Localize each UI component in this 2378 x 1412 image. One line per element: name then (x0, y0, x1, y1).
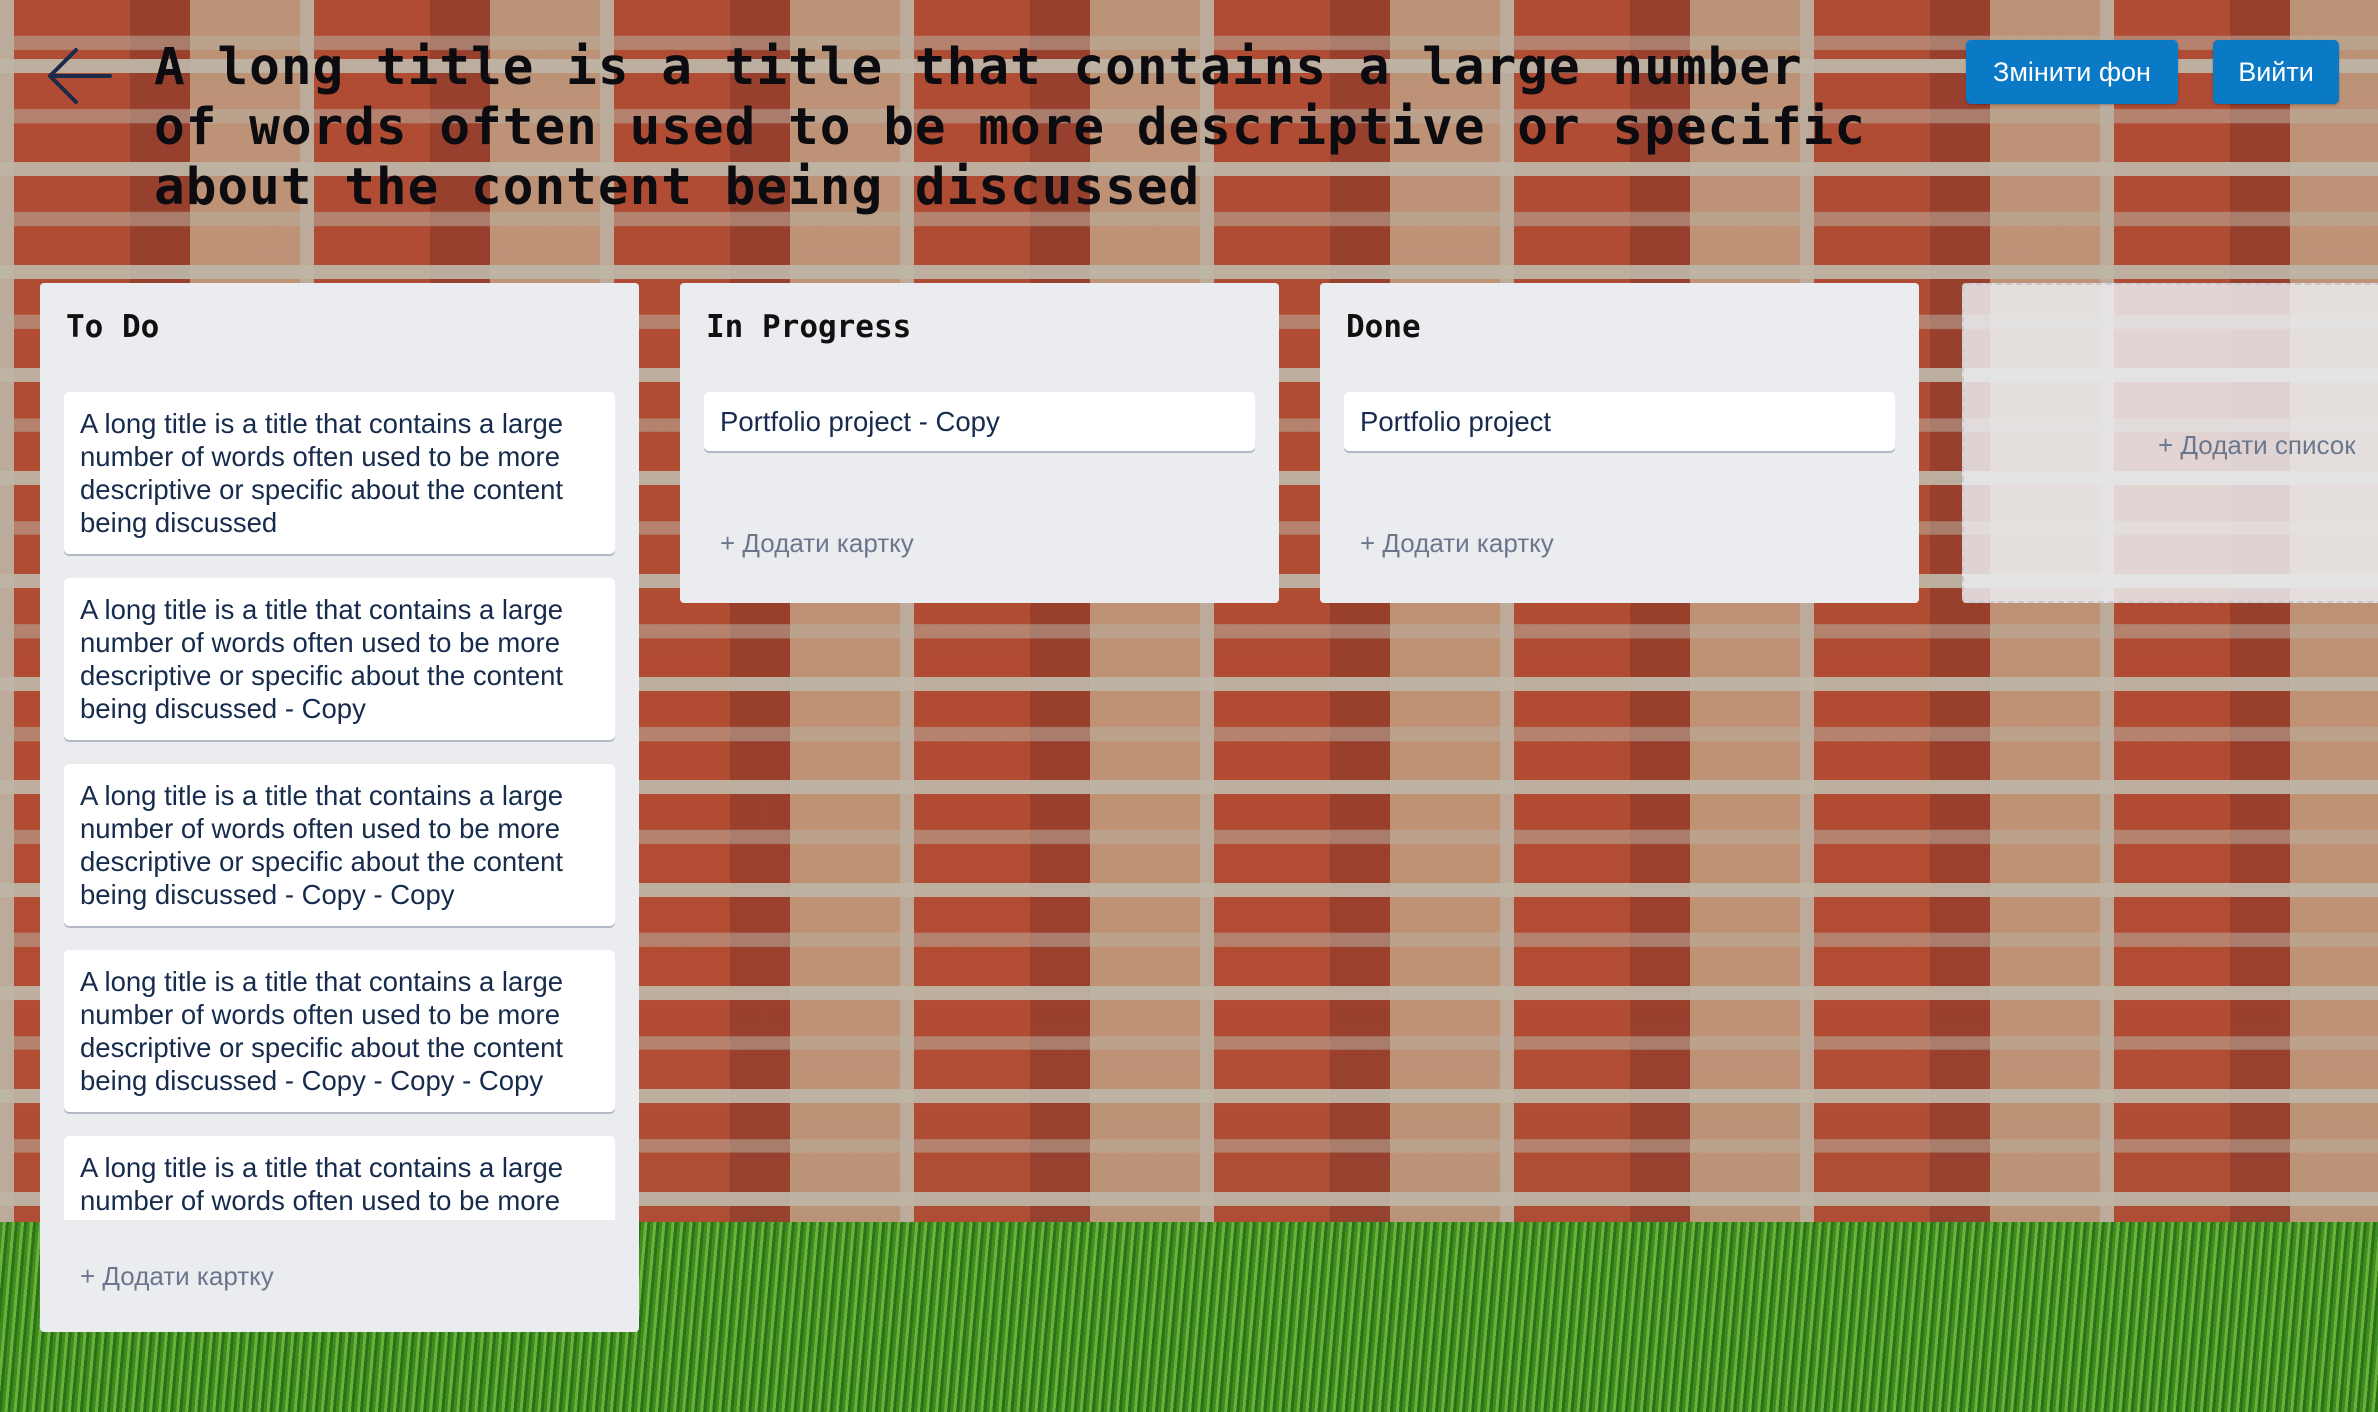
card[interactable]: Portfolio project (1344, 392, 1895, 451)
add-card-button[interactable]: + Додати картку (1360, 528, 1554, 559)
change-background-button[interactable]: Змінити фон (1966, 40, 2178, 104)
page-title: A long title is a title that contains a … (154, 38, 1867, 217)
list-title: Done (1346, 309, 1421, 345)
card-container[interactable]: A long title is a title that contains a … (64, 392, 615, 1220)
card[interactable]: Portfolio project - Copy (704, 392, 1255, 451)
exit-button[interactable]: Вийти (2213, 40, 2339, 104)
list-todo: To Do A long title is a title that conta… (40, 283, 639, 1332)
card[interactable]: A long title is a title that contains a … (64, 764, 615, 926)
add-list-button[interactable]: + Додати список (1962, 283, 2378, 603)
list-title: In Progress (706, 309, 912, 345)
add-list-label: + Додати список (2158, 430, 2356, 460)
list-done: Done Portfolio project + Додати картку (1320, 283, 1919, 603)
card-container: Portfolio project - Copy (704, 392, 1255, 475)
card[interactable]: A long title is a title that contains a … (64, 578, 615, 740)
card[interactable]: A long title is a title that contains a … (64, 950, 615, 1112)
card-container: Portfolio project (1344, 392, 1895, 475)
add-card-button[interactable]: + Додати картку (720, 528, 914, 559)
arrow-left-icon[interactable] (46, 45, 114, 107)
list-title: To Do (66, 309, 160, 345)
add-card-button[interactable]: + Додати картку (80, 1261, 274, 1292)
card[interactable]: A long title is a title that contains a … (64, 1136, 615, 1220)
card[interactable]: A long title is a title that contains a … (64, 392, 615, 554)
list-in-progress: In Progress Portfolio project - Copy + Д… (680, 283, 1279, 603)
